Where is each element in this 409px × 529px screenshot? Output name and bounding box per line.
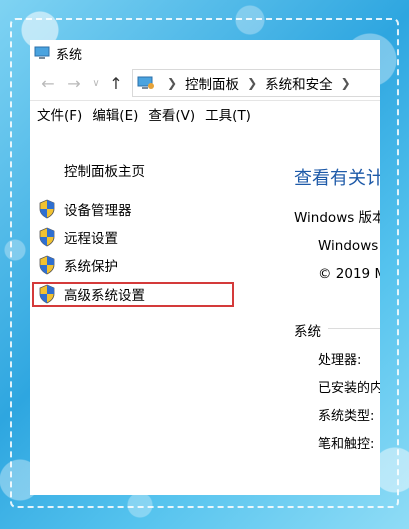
system-window-icon	[34, 46, 50, 59]
control-panel-icon	[137, 76, 154, 89]
address-bar[interactable]: ❯ 控制面板 ❯ 系统和安全 ❯	[132, 69, 380, 97]
sidebar-item-system-protection[interactable]: 系统保护	[38, 253, 118, 277]
left-navigation-pane: 控制面板主页 设备管理器 远程设置 系统保护 高级系统设置	[30, 152, 285, 495]
uac-shield-icon	[39, 255, 55, 275]
window-title: 系统	[56, 47, 83, 63]
uac-shield-icon	[39, 199, 55, 219]
pen-touch-label: 笔和触控:	[318, 437, 375, 452]
section-divider	[328, 328, 380, 329]
breadcrumb-separator-icon: ❯	[247, 76, 258, 90]
menu-tools[interactable]: 工具(T)	[205, 104, 251, 124]
back-arrow-icon[interactable]: ←	[38, 73, 58, 93]
windows-name: Windows	[318, 238, 379, 254]
system-type-label: 系统类型:	[318, 409, 375, 424]
menu-view[interactable]: 查看(V)	[148, 104, 195, 124]
processor-label: 处理器:	[318, 353, 362, 368]
sidebar-item-remote-settings[interactable]: 远程设置	[38, 225, 118, 249]
system-window: 系统 ← → ∨ ↑ ❯ 控制面板 ❯ 系统和安全 ❯ 文件(F) 编辑(E) …	[30, 40, 380, 495]
installed-memory-label: 已安装的内	[318, 381, 380, 396]
breadcrumb-control-panel[interactable]: 控制面板	[185, 73, 239, 93]
menu-bar: 文件(F) 编辑(E) 查看(V) 工具(T)	[30, 101, 380, 127]
system-section-heading: 系统	[294, 324, 321, 340]
breadcrumb-separator-icon: ❯	[167, 76, 178, 90]
history-chevron-down-icon[interactable]: ∨	[90, 73, 102, 93]
copyright-text: © 2019 M	[318, 266, 380, 282]
uac-shield-icon	[39, 227, 55, 247]
navigation-bar: ← → ∨ ↑ ❯ 控制面板 ❯ 系统和安全 ❯	[30, 66, 380, 101]
windows-edition-heading: Windows 版本	[294, 210, 380, 226]
breadcrumb-system-security[interactable]: 系统和安全	[265, 73, 333, 93]
menu-file[interactable]: 文件(F)	[37, 104, 82, 124]
control-panel-home-link[interactable]: 控制面板主页	[64, 160, 145, 180]
menu-edit[interactable]: 编辑(E)	[92, 104, 138, 124]
breadcrumb-separator-icon: ❯	[340, 76, 351, 90]
sidebar-item-label: 远程设置	[64, 231, 118, 247]
sidebar-item-device-manager[interactable]: 设备管理器	[38, 197, 132, 221]
highlight-box	[32, 282, 234, 307]
up-arrow-icon[interactable]: ↑	[106, 73, 126, 93]
forward-arrow-icon[interactable]: →	[64, 73, 84, 93]
page-title: 查看有关计	[294, 168, 380, 189]
system-info-pane: 查看有关计 Windows 版本 Windows © 2019 M 系统 处理器…	[294, 152, 380, 495]
sidebar-item-label: 系统保护	[64, 259, 118, 275]
sidebar-item-label: 设备管理器	[64, 203, 132, 219]
title-bar: 系统	[30, 40, 380, 66]
